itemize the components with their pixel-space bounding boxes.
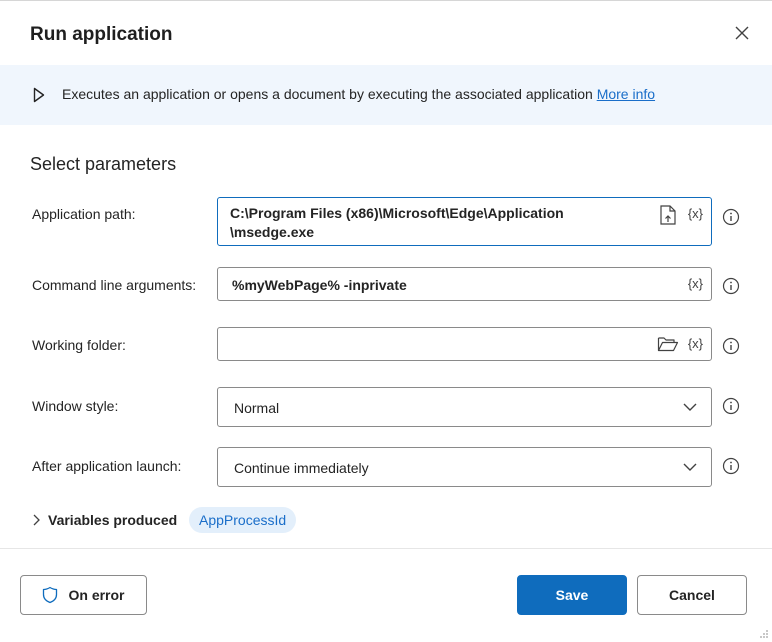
save-button[interactable]: Save	[517, 575, 627, 615]
command-line-arguments-input[interactable]: %myWebPage% -inprivate {x}	[217, 267, 712, 301]
banner-description: Executes an application or opens a docum…	[62, 86, 655, 102]
info-icon	[722, 337, 740, 355]
close-icon	[735, 26, 749, 40]
dialog-title: Run application	[30, 24, 173, 45]
command-line-arguments-value: %myWebPage% -inprivate	[232, 277, 407, 293]
info-icon	[722, 397, 740, 415]
chevron-down-icon	[683, 403, 697, 411]
close-button[interactable]	[730, 21, 754, 45]
cancel-button[interactable]: Cancel	[637, 575, 747, 615]
on-error-button[interactable]: On error	[20, 575, 147, 615]
application-path-input[interactable]: C:\Program Files (x86)\Microsoft\Edge\Ap…	[217, 197, 712, 246]
application-path-label: Application path:	[32, 206, 136, 222]
after-application-launch-dropdown[interactable]: Continue immediately	[217, 447, 712, 487]
insert-variable-button[interactable]: {x}	[688, 206, 703, 221]
file-icon[interactable]	[659, 205, 677, 225]
insert-variable-button[interactable]: {x}	[688, 276, 703, 291]
play-icon	[33, 87, 45, 103]
working-folder-input[interactable]: {x}	[217, 327, 712, 361]
insert-variable-button[interactable]: {x}	[688, 336, 703, 351]
on-error-label: On error	[68, 587, 125, 603]
banner-text: Executes an application or opens a docum…	[62, 86, 593, 102]
after-application-launch-label: After application launch:	[32, 458, 182, 474]
working-folder-label: Working folder:	[32, 337, 126, 353]
section-title: Select parameters	[30, 154, 177, 174]
shield-icon	[43, 586, 58, 604]
variables-produced-label: Variables produced	[48, 512, 178, 528]
info-icon	[722, 208, 740, 226]
application-path-value-line2: \msedge.exe	[230, 224, 315, 240]
chevron-down-icon	[683, 463, 697, 471]
command-line-arguments-label: Command line arguments:	[32, 277, 197, 293]
variable-chip[interactable]: AppProcessId	[189, 507, 297, 533]
info-icon	[722, 277, 740, 295]
window-style-label: Window style:	[32, 398, 119, 414]
folder-icon[interactable]	[657, 336, 679, 352]
resize-grip-icon[interactable]	[759, 629, 769, 639]
info-banner: Executes an application or opens a docum…	[0, 65, 772, 125]
footer-divider	[0, 548, 772, 549]
after-application-launch-value: Continue immediately	[234, 460, 369, 476]
application-path-value-line1: C:\Program Files (x86)\Microsoft\Edge\Ap…	[230, 205, 564, 221]
window-style-value: Normal	[234, 400, 280, 416]
chevron-right-icon	[33, 514, 40, 526]
info-icon	[722, 457, 740, 475]
more-info-link[interactable]: More info	[597, 86, 655, 102]
window-style-dropdown[interactable]: Normal	[217, 387, 712, 427]
run-application-dialog: Run application Executes an application …	[0, 0, 772, 642]
